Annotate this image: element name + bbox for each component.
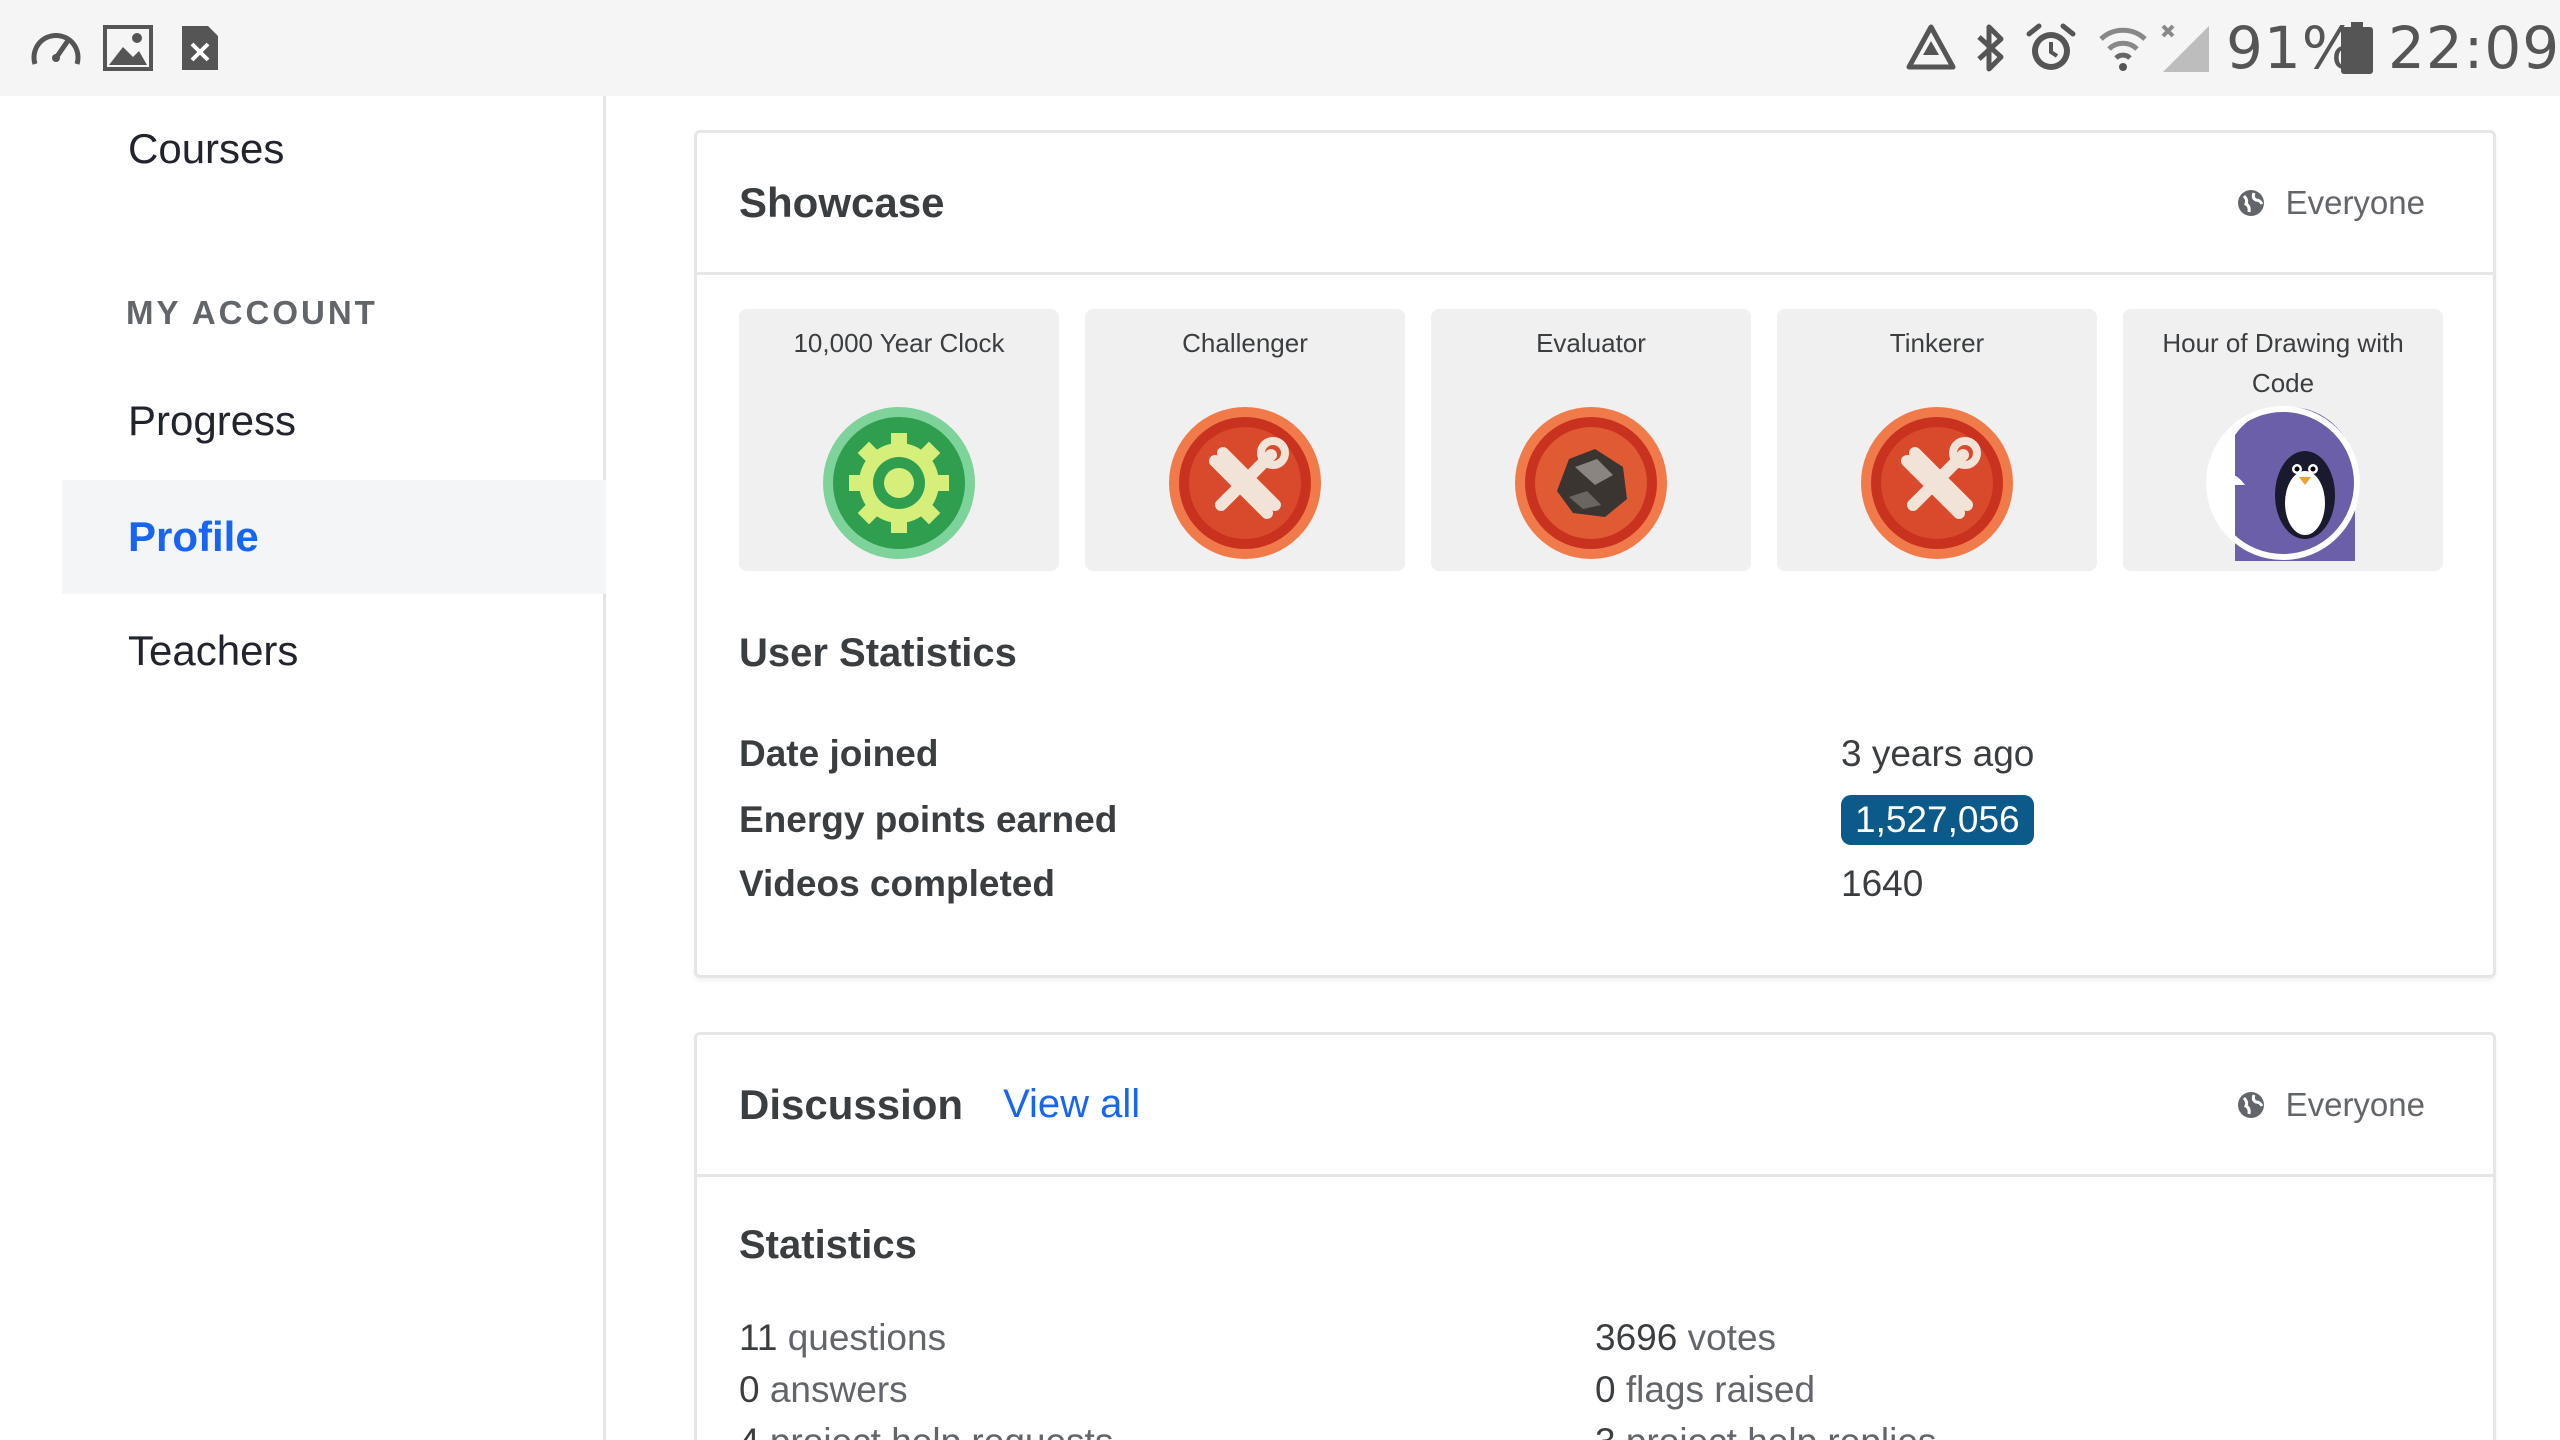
sidebar: Courses MY ACCOUNT Progress Profile Teac… bbox=[0, 96, 606, 1440]
visibility-label: Everyone bbox=[2285, 183, 2425, 221]
gear-badge-icon bbox=[823, 407, 975, 559]
badge-card[interactable]: 10,000 Year Clock bbox=[739, 309, 1059, 571]
sidebar-item-label: Teachers bbox=[128, 627, 299, 674]
rock-badge-icon bbox=[1515, 407, 1667, 559]
stat-count: 11 bbox=[739, 1317, 778, 1358]
stat-label: answers bbox=[769, 1369, 908, 1410]
sidebar-item-label: Progress bbox=[128, 397, 297, 444]
badge-list: 10,000 Year Clock Challenger Evaluator T… bbox=[739, 309, 2443, 571]
showcase-title: Showcase bbox=[739, 178, 945, 226]
stat-label: project help requests bbox=[770, 1421, 1113, 1440]
battery-percent: 91% bbox=[2226, 14, 2358, 82]
stat-count: 4 bbox=[739, 1421, 760, 1440]
stat-label: questions bbox=[787, 1317, 947, 1358]
globe-icon bbox=[2237, 189, 2264, 216]
project-help-replies-stat: 3 project help replies bbox=[1595, 1421, 1936, 1440]
stat-label: Videos completed bbox=[739, 863, 1055, 904]
badge-card[interactable]: Tinkerer bbox=[1777, 309, 2097, 571]
penguin-badge-icon bbox=[2206, 406, 2360, 561]
globe-icon bbox=[2237, 1091, 2264, 1118]
discussion-title: Discussion bbox=[739, 1080, 964, 1128]
statistics-heading: Statistics bbox=[739, 1223, 917, 1267]
recycle-icon bbox=[1904, 22, 1958, 74]
badge-name: Evaluator bbox=[1536, 328, 1646, 358]
discussion-header: Discussion View all Everyone bbox=[697, 1035, 2493, 1177]
sidebar-item-teachers[interactable]: Teachers bbox=[62, 594, 606, 708]
stat-row-energy-points: Energy points earned 1,527,056 bbox=[739, 789, 2439, 851]
discussion-card: Discussion View all Everyone Statistics … bbox=[694, 1032, 2496, 1440]
stat-count: 0 bbox=[1595, 1369, 1616, 1410]
battery-icon bbox=[2340, 22, 2374, 74]
signal-icon bbox=[2158, 22, 2212, 74]
image-icon bbox=[102, 22, 154, 74]
stat-count: 3696 bbox=[1595, 1317, 1678, 1358]
alarm-icon bbox=[2024, 22, 2078, 74]
wifi-icon bbox=[2096, 22, 2150, 74]
stat-label: Energy points earned bbox=[739, 799, 1118, 840]
tools-badge-icon bbox=[1861, 407, 2013, 559]
bluetooth-icon bbox=[1970, 22, 2010, 74]
answers-stat: 0 answers bbox=[739, 1369, 908, 1411]
badge-name: 10,000 Year Clock bbox=[793, 328, 1005, 358]
sidebar-item-courses[interactable]: Courses bbox=[62, 96, 606, 202]
visibility-label: Everyone bbox=[2285, 1085, 2425, 1123]
stat-label: votes bbox=[1687, 1317, 1777, 1358]
speedometer-icon bbox=[28, 22, 84, 74]
badge-name: Tinkerer bbox=[1889, 328, 1985, 358]
stat-value: 1640 bbox=[1841, 863, 1924, 904]
user-statistics-heading: User Statistics bbox=[739, 631, 1017, 675]
badge-card[interactable]: Hour of Drawing with Code bbox=[2123, 309, 2443, 571]
tools-badge-icon bbox=[1169, 407, 1321, 559]
stat-row-videos-completed: Videos completed 1640 bbox=[739, 853, 2439, 915]
questions-stat: 11 questions bbox=[739, 1317, 946, 1359]
stat-value: 3 years ago bbox=[1841, 733, 2035, 774]
stat-count: 3 bbox=[1595, 1421, 1616, 1440]
sidebar-item-label: Profile bbox=[128, 513, 259, 560]
view-all-link[interactable]: View all bbox=[1003, 1082, 1140, 1127]
badge-name: Hour of Drawing with Code bbox=[2162, 328, 2404, 398]
clock-time: 22:09 bbox=[2388, 14, 2560, 82]
status-bar: 91% 22:09 bbox=[0, 0, 2560, 96]
stat-count: 0 bbox=[739, 1369, 760, 1410]
badge-card[interactable]: Evaluator bbox=[1431, 309, 1751, 571]
sidebar-item-profile[interactable]: Profile bbox=[62, 480, 606, 594]
showcase-card: Showcase Everyone 10,000 Year Clock Chal… bbox=[694, 130, 2496, 978]
stat-label: project help replies bbox=[1626, 1421, 1937, 1440]
visibility-selector[interactable]: Everyone bbox=[2236, 1086, 2425, 1124]
badge-card[interactable]: Challenger bbox=[1085, 309, 1405, 571]
votes-stat: 3696 votes bbox=[1595, 1317, 1776, 1359]
showcase-header: Showcase Everyone bbox=[697, 133, 2493, 275]
close-file-icon bbox=[178, 22, 222, 74]
stat-row-date-joined: Date joined 3 years ago bbox=[739, 723, 2439, 785]
flags-raised-stat: 0 flags raised bbox=[1595, 1369, 1815, 1411]
project-help-requests-stat: 4 project help requests bbox=[739, 1421, 1113, 1440]
badge-name: Challenger bbox=[1182, 328, 1308, 358]
visibility-selector[interactable]: Everyone bbox=[2236, 184, 2425, 222]
section-label-my-account: MY ACCOUNT bbox=[126, 294, 378, 331]
stat-label: flags raised bbox=[1625, 1369, 1816, 1410]
energy-points-badge: 1,527,056 bbox=[1841, 795, 2034, 845]
stat-label: Date joined bbox=[739, 733, 939, 774]
sidebar-item-progress[interactable]: Progress bbox=[62, 364, 606, 478]
